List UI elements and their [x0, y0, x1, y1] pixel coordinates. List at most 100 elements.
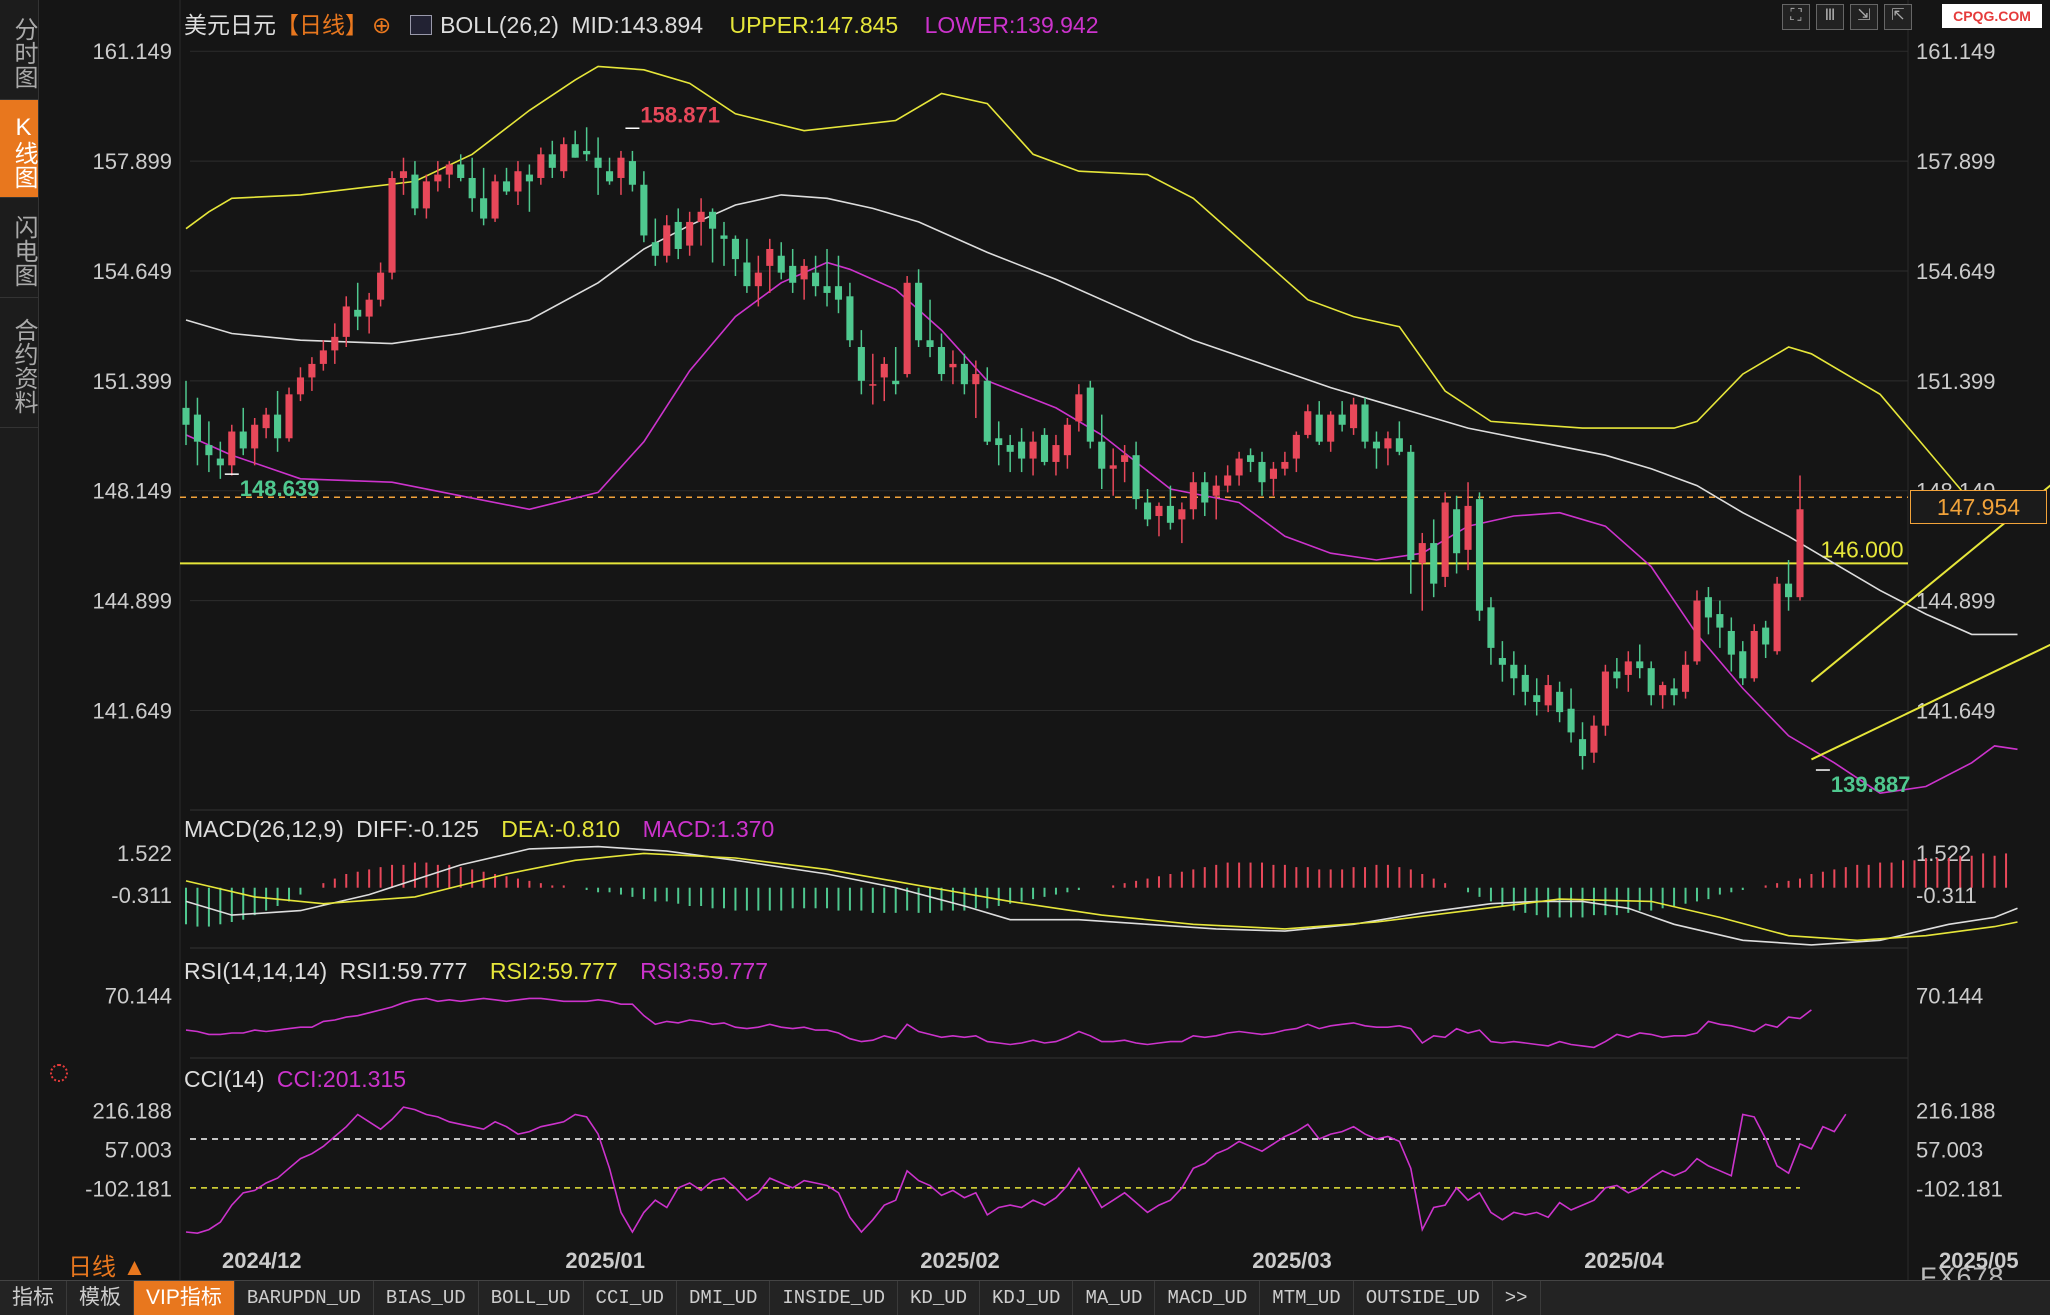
macd-legend-title: MACD(26,12,9) — [184, 816, 344, 842]
cci-ytick-right-1: 57.003 — [1916, 1137, 1983, 1162]
price-ytick-left-3: 151.399 — [92, 369, 172, 394]
candle-body — [1647, 668, 1655, 696]
candle-body — [308, 363, 316, 378]
boll-label: BOLL(26,2) — [440, 12, 559, 38]
candle-body — [1430, 543, 1438, 584]
candle-body — [1315, 414, 1323, 442]
candle-body — [1670, 688, 1678, 696]
candle-body — [617, 157, 625, 178]
indicator-tab-8[interactable]: INSIDE_UD — [770, 1281, 899, 1315]
candle-body — [1189, 482, 1197, 510]
candle-body — [1750, 630, 1758, 679]
candle-body — [594, 157, 602, 168]
zoom-out-icon[interactable]: ⇱ — [1884, 4, 1912, 30]
extreme-label-1: 148.639 — [240, 476, 320, 501]
indicator-tab-2[interactable]: VIP指标 — [134, 1281, 235, 1315]
candle-body — [445, 164, 453, 175]
date-tick-1: 2025/01 — [565, 1248, 645, 1273]
macd-legend-diff: DIFF:-0.125 — [356, 816, 479, 842]
candle-body — [1693, 600, 1701, 662]
candle-body — [1704, 597, 1712, 618]
rsi-legend: RSI(14,14,14) RSI1:59.777 RSI2:59.777 RS… — [184, 958, 768, 985]
cci-ytick-left-2: -102.181 — [85, 1176, 172, 1201]
period-toggle[interactable]: 日线 ▲ — [68, 1247, 146, 1282]
candle-body — [1040, 434, 1049, 462]
extreme-label-2: 139.887 — [1831, 772, 1911, 797]
candle-body — [880, 363, 888, 378]
indicator-tab-1[interactable]: 模板 — [67, 1281, 134, 1315]
candle-body — [915, 282, 923, 341]
price-ytick-right-0: 161.149 — [1916, 39, 1996, 64]
indicator-tab-14[interactable]: OUTSIDE_UD — [1354, 1281, 1493, 1315]
boll-lower: LOWER:139.942 — [924, 12, 1099, 38]
candle-body — [628, 161, 636, 185]
candle-body — [491, 181, 499, 219]
candle-body — [1269, 468, 1277, 479]
rsi-legend-rsi2: RSI2:59.777 — [489, 958, 618, 984]
macd-ytick-left-0: 1.522 — [117, 841, 172, 866]
boll-chart-icon[interactable] — [409, 15, 432, 35]
crosshair-icon[interactable]: ⛶ — [1782, 4, 1810, 30]
candle-body — [480, 198, 488, 219]
candle-body — [1372, 441, 1381, 449]
price-ytick-left-0: 161.149 — [92, 39, 172, 64]
candle-body — [468, 177, 476, 199]
indicator-tab-12[interactable]: MACD_UD — [1155, 1281, 1261, 1315]
indicator-tab-9[interactable]: KD_UD — [898, 1281, 981, 1315]
cci-legend-title: CCI(14) — [184, 1066, 265, 1092]
period-selector[interactable]: 【日线】 — [276, 12, 368, 38]
candle-body — [1384, 438, 1392, 449]
cci-legend: CCI(14) CCI:201.315 — [184, 1066, 406, 1093]
candle-body — [674, 221, 682, 249]
candle-body — [1304, 411, 1312, 435]
candle-body — [525, 174, 533, 182]
candle-body — [1212, 485, 1220, 496]
candle-body — [686, 221, 694, 246]
candle-body — [285, 394, 293, 439]
candle-body — [1109, 465, 1117, 469]
candle-body — [537, 154, 545, 178]
candle-body — [1178, 509, 1186, 520]
candle-body — [583, 150, 591, 155]
candle-body — [1441, 502, 1449, 577]
candle-body — [1453, 509, 1461, 554]
candle-body — [892, 380, 900, 385]
candle-body — [1361, 404, 1369, 442]
candle-body — [216, 458, 224, 466]
indicator-tab-13[interactable]: MTM_UD — [1260, 1281, 1354, 1315]
candle-body — [1521, 674, 1529, 692]
candle-body — [354, 309, 362, 317]
candle-body — [1487, 607, 1495, 648]
candle-body — [1475, 499, 1484, 611]
indicator-tab-3[interactable]: BARUPDN_UD — [235, 1281, 374, 1315]
candle-body — [411, 174, 419, 209]
candle-body — [1235, 458, 1243, 476]
indicator-tab-10[interactable]: KDJ_UD — [980, 1281, 1074, 1315]
candle-body — [766, 248, 774, 266]
zoom-in-icon[interactable]: ⇲ — [1850, 4, 1878, 30]
candle-body — [193, 414, 201, 442]
indicator-tab-0[interactable]: 指标 — [0, 1281, 67, 1315]
indicator-tab-6[interactable]: CCI_UD — [584, 1281, 677, 1315]
macd-legend: MACD(26,12,9) DIFF:-0.125 DEA:-0.810 MAC… — [184, 816, 774, 843]
candle-body — [709, 211, 717, 229]
indicator-tab-5[interactable]: BOLL_UD — [479, 1281, 584, 1315]
indicator-tab-11[interactable]: MA_UD — [1073, 1281, 1156, 1315]
candle-body — [514, 171, 522, 192]
candle-body — [605, 171, 614, 182]
bar-style-icon[interactable]: Ⅲ — [1816, 4, 1844, 30]
symbol-name: 美元日元 — [184, 12, 276, 38]
indicator-tab-4[interactable]: BIAS_UD — [374, 1281, 479, 1315]
cci-ytick-left-1: 57.003 — [105, 1137, 172, 1162]
candle-body — [731, 238, 739, 260]
settings-gear-icon[interactable] — [50, 1064, 68, 1082]
indicator-tab-7[interactable]: DMI_UD — [677, 1281, 771, 1315]
toolbar: ⛶ Ⅲ ⇲ ⇱ — [1782, 4, 1912, 30]
add-indicator-icon[interactable]: ⊕ — [372, 12, 391, 38]
macd-legend-dea: DEA:-0.810 — [501, 816, 621, 842]
price-ytick-left-1: 157.899 — [92, 149, 172, 174]
price-ytick-right-3: 151.399 — [1916, 369, 1996, 394]
rsi-legend-title: RSI(14,14,14) — [184, 958, 328, 984]
candle-body — [995, 438, 1003, 446]
indicator-tab-15[interactable]: >> — [1493, 1281, 1541, 1315]
